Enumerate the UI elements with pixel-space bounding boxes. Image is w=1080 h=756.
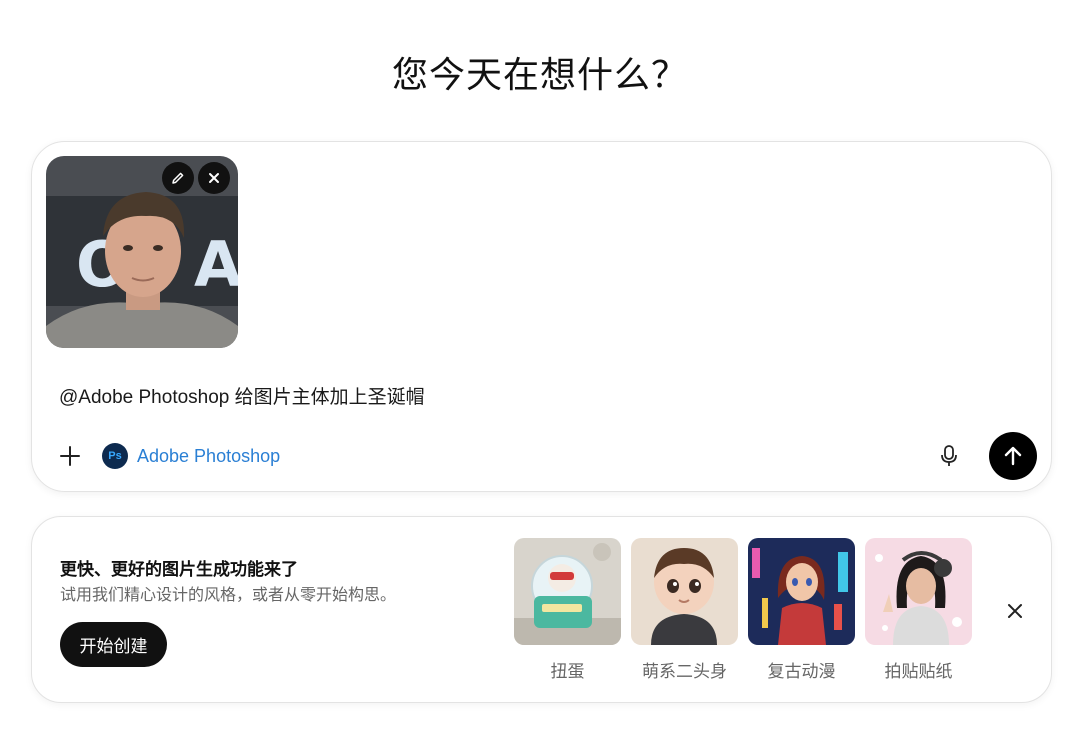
retro-anime-image	[748, 538, 855, 645]
style-thumbnail	[748, 538, 855, 645]
tool-label: Adobe Photoshop	[137, 445, 281, 466]
edit-attachment-button[interactable]	[162, 162, 194, 194]
plus-icon	[60, 446, 80, 466]
style-options: 扭蛋 萌系二头身 复古动漫 拍贴贴纸	[514, 538, 972, 682]
pencil-icon	[172, 172, 184, 184]
style-thumbnail	[865, 538, 972, 645]
svg-text:A: A	[194, 228, 238, 301]
voice-input-button[interactable]	[935, 442, 963, 470]
capsule-toy-image	[514, 538, 621, 645]
add-button[interactable]	[54, 440, 86, 472]
selected-tool-chip[interactable]: Ps Adobe Photoshop	[102, 441, 280, 471]
image-attachment[interactable]: O A	[46, 156, 238, 348]
style-thumbnail	[631, 538, 738, 645]
style-label: 萌系二头身	[642, 662, 727, 682]
prompt-input[interactable]: @Adobe Photoshop 给图片主体加上圣诞帽	[59, 382, 425, 409]
close-icon	[209, 173, 219, 183]
composer-card: O A @Adobe Photoshop 给图片主体加上圣诞帽 Ps Adobe…	[31, 141, 1052, 492]
promo-title: 更快、更好的图片生成功能来了	[60, 560, 298, 580]
arrow-up-icon	[1004, 446, 1022, 466]
style-label: 拍贴贴纸	[884, 662, 953, 682]
send-button[interactable]	[989, 432, 1037, 480]
style-option-capsule[interactable]: 扭蛋	[514, 538, 621, 682]
style-label: 扭蛋	[550, 662, 585, 682]
page: 您今天在想什么？ O A @Adobe Photoshop 给图片主体加上圣诞帽…	[0, 0, 1080, 756]
promo-subtitle: 试用我们精心设计的风格，或者从零开始构思。	[60, 585, 397, 604]
close-promo-button[interactable]	[1001, 597, 1029, 625]
photo-sticker-image	[865, 538, 972, 645]
style-option-retro-anime[interactable]: 复古动漫	[748, 538, 855, 682]
style-option-chibi[interactable]: 萌系二头身	[631, 538, 738, 682]
close-icon	[1008, 604, 1022, 618]
style-option-photo-sticker[interactable]: 拍贴贴纸	[865, 538, 972, 682]
image-generation-promo: 更快、更好的图片生成功能来了 试用我们精心设计的风格，或者从零开始构思。 开始创…	[31, 516, 1052, 703]
style-thumbnail	[514, 538, 621, 645]
composer-toolbar: Ps Adobe Photoshop	[46, 432, 1037, 480]
photoshop-icon: Ps	[102, 443, 128, 469]
style-label: 复古动漫	[767, 662, 836, 682]
start-creating-button[interactable]: 开始创建	[60, 622, 167, 667]
page-title: 您今天在想什么？	[391, 55, 688, 96]
microphone-icon	[941, 445, 957, 466]
remove-attachment-button[interactable]	[198, 162, 230, 194]
chibi-boy-image	[631, 538, 738, 645]
